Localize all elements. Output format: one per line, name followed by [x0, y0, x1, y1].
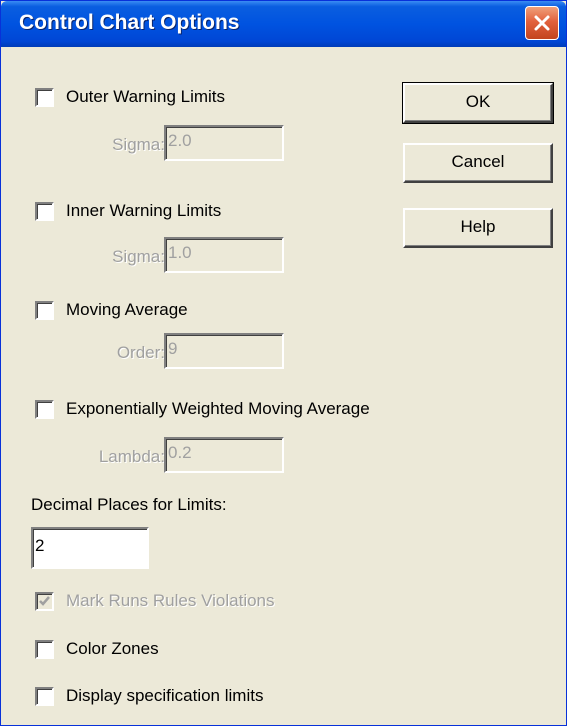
decimal-places-input[interactable]: 2: [31, 527, 149, 569]
dialog-window: Control Chart Options Outer Warning Limi…: [0, 0, 567, 726]
inner-warning-checkbox[interactable]: [35, 202, 54, 221]
help-button[interactable]: Help: [403, 208, 553, 248]
ewma-lambda-field[interactable]: 0.2: [164, 437, 284, 473]
inner-warning-sigma-label: Sigma:: [112, 247, 165, 266]
outer-warning-label: Outer Warning Limits: [66, 87, 226, 106]
decimal-places-label: Decimal Places for Limits:: [31, 495, 227, 514]
mark-runs-label: Mark Runs Rules Violations: [66, 591, 275, 610]
color-zones-checkbox[interactable]: [35, 640, 54, 659]
inner-warning-label: Inner Warning Limits: [66, 201, 222, 220]
display-spec-limits-checkbox[interactable]: [35, 687, 54, 706]
outer-warning-sigma-field[interactable]: 2.0: [164, 125, 284, 161]
check-icon: [39, 596, 50, 606]
display-spec-limits-label: Display specification limits: [66, 686, 264, 705]
dialog-title: Control Chart Options: [19, 11, 240, 34]
ok-button[interactable]: OK: [402, 82, 554, 124]
close-button[interactable]: [525, 6, 559, 40]
moving-average-order-label: Order:: [116, 343, 165, 362]
ewma-label: Exponentially Weighted Moving Average: [66, 399, 370, 418]
color-zones-label: Color Zones: [66, 639, 159, 658]
moving-average-order-field[interactable]: 9: [164, 333, 284, 369]
title-bar[interactable]: Control Chart Options: [1, 1, 566, 47]
close-icon: [534, 15, 550, 31]
moving-average-label: Moving Average: [66, 300, 188, 319]
mark-runs-checkbox[interactable]: [35, 592, 54, 611]
ewma-lambda-label: Lambda:: [98, 447, 165, 466]
inner-warning-sigma-field[interactable]: 1.0: [164, 237, 284, 273]
moving-average-checkbox[interactable]: [35, 301, 54, 320]
outer-warning-sigma-label: Sigma:: [112, 135, 165, 154]
ewma-checkbox[interactable]: [35, 400, 54, 419]
cancel-button[interactable]: Cancel: [403, 143, 553, 183]
outer-warning-checkbox[interactable]: [35, 88, 54, 107]
